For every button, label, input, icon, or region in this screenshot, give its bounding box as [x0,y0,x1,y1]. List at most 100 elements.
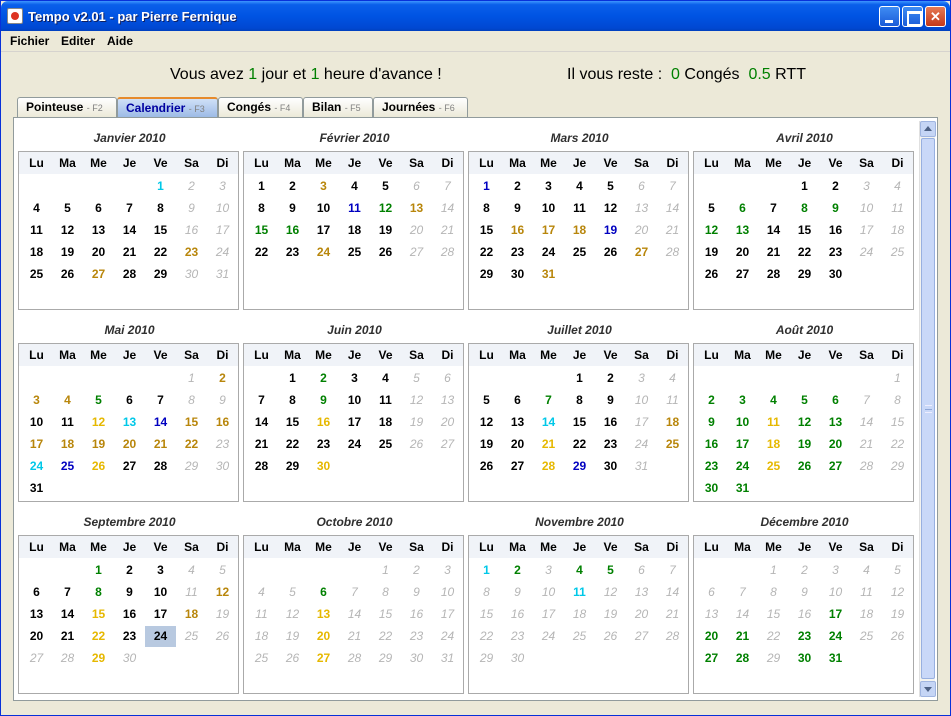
day-cell[interactable]: 26 [207,626,238,647]
day-cell[interactable]: 10 [207,198,238,219]
day-cell[interactable]: 10 [820,582,851,603]
day-cell[interactable]: 6 [401,176,432,197]
day-cell[interactable]: 18 [339,220,370,241]
day-cell[interactable]: 18 [758,434,789,455]
day-cell[interactable]: 21 [727,626,758,647]
day-cell[interactable]: 17 [533,220,564,241]
day-cell[interactable]: 13 [432,390,463,411]
day-cell[interactable]: 26 [52,264,83,285]
day-cell[interactable]: 10 [727,412,758,433]
day-cell[interactable]: 4 [176,560,207,581]
day-cell[interactable]: 9 [207,390,238,411]
day-cell[interactable]: 15 [564,412,595,433]
day-cell[interactable]: 27 [308,648,339,669]
day-cell[interactable]: 25 [246,648,277,669]
day-cell[interactable]: 28 [246,456,277,477]
day-cell[interactable]: 27 [401,242,432,263]
day-cell[interactable]: 2 [277,176,308,197]
day-cell[interactable]: 6 [727,198,758,219]
day-cell[interactable]: 18 [564,604,595,625]
day-cell[interactable]: 15 [882,412,913,433]
day-cell[interactable]: 9 [401,582,432,603]
day-cell[interactable]: 5 [595,176,626,197]
day-cell[interactable]: 10 [432,582,463,603]
day-cell[interactable]: 13 [502,412,533,433]
day-cell[interactable]: 28 [727,648,758,669]
day-cell[interactable]: 20 [114,434,145,455]
day-cell[interactable]: 23 [789,626,820,647]
day-cell[interactable]: 22 [176,434,207,455]
day-cell[interactable]: 2 [401,560,432,581]
day-cell[interactable]: 21 [145,434,176,455]
day-cell[interactable]: 15 [758,604,789,625]
day-cell[interactable]: 29 [789,264,820,285]
day-cell[interactable]: 17 [727,434,758,455]
day-cell[interactable]: 17 [533,604,564,625]
day-cell[interactable]: 30 [502,264,533,285]
day-cell[interactable]: 7 [657,560,688,581]
day-cell[interactable]: 18 [564,220,595,241]
day-cell[interactable]: 9 [502,198,533,219]
day-cell[interactable]: 1 [882,368,913,389]
day-cell[interactable]: 13 [21,604,52,625]
day-cell[interactable]: 27 [21,648,52,669]
day-cell[interactable]: 8 [471,198,502,219]
day-cell[interactable]: 16 [820,220,851,241]
day-cell[interactable]: 27 [114,456,145,477]
day-cell[interactable]: 3 [851,176,882,197]
day-cell[interactable]: 16 [401,604,432,625]
day-cell[interactable]: 4 [564,560,595,581]
day-cell[interactable]: 23 [696,456,727,477]
day-cell[interactable]: 19 [882,604,913,625]
day-cell[interactable]: 16 [789,604,820,625]
day-cell[interactable]: 3 [145,560,176,581]
day-cell[interactable]: 1 [277,368,308,389]
day-cell[interactable]: 6 [626,176,657,197]
day-cell[interactable]: 11 [758,412,789,433]
day-cell[interactable]: 3 [21,390,52,411]
day-cell[interactable]: 30 [401,648,432,669]
day-cell[interactable]: 14 [657,198,688,219]
day-cell[interactable]: 11 [564,198,595,219]
day-cell[interactable]: 24 [820,626,851,647]
day-cell[interactable]: 1 [471,176,502,197]
day-cell[interactable]: 1 [471,560,502,581]
day-cell[interactable]: 20 [308,626,339,647]
day-cell[interactable]: 29 [758,648,789,669]
day-cell[interactable]: 18 [176,604,207,625]
day-cell[interactable]: 29 [471,264,502,285]
day-cell[interactable]: 9 [820,198,851,219]
day-cell[interactable]: 8 [370,582,401,603]
day-cell[interactable]: 15 [83,604,114,625]
day-cell[interactable]: 19 [277,626,308,647]
day-cell[interactable]: 19 [83,434,114,455]
day-cell[interactable]: 11 [370,390,401,411]
day-cell[interactable]: 30 [820,264,851,285]
day-cell[interactable]: 24 [207,242,238,263]
day-cell[interactable]: 1 [145,176,176,197]
day-cell[interactable]: 14 [758,220,789,241]
close-button[interactable] [925,6,946,27]
day-cell[interactable]: 19 [471,434,502,455]
day-cell[interactable]: 6 [820,390,851,411]
java-app-icon[interactable] [7,8,23,24]
day-cell[interactable]: 23 [176,242,207,263]
title-bar[interactable]: Tempo v2.01 - par Pierre Fernique [1,1,950,31]
day-cell[interactable]: 31 [432,648,463,669]
day-cell[interactable]: 2 [207,368,238,389]
day-cell[interactable]: 7 [432,176,463,197]
day-cell[interactable]: 27 [727,264,758,285]
day-cell[interactable]: 2 [595,368,626,389]
day-cell[interactable]: 24 [533,242,564,263]
day-cell[interactable]: 9 [308,390,339,411]
day-cell[interactable]: 18 [370,412,401,433]
day-cell[interactable]: 13 [626,582,657,603]
day-cell[interactable]: 10 [626,390,657,411]
day-cell[interactable]: 5 [277,582,308,603]
day-cell[interactable]: 5 [83,390,114,411]
day-cell[interactable]: 2 [502,176,533,197]
day-cell[interactable]: 9 [696,412,727,433]
day-cell[interactable]: 4 [657,368,688,389]
day-cell[interactable]: 25 [176,626,207,647]
day-cell[interactable]: 7 [246,390,277,411]
